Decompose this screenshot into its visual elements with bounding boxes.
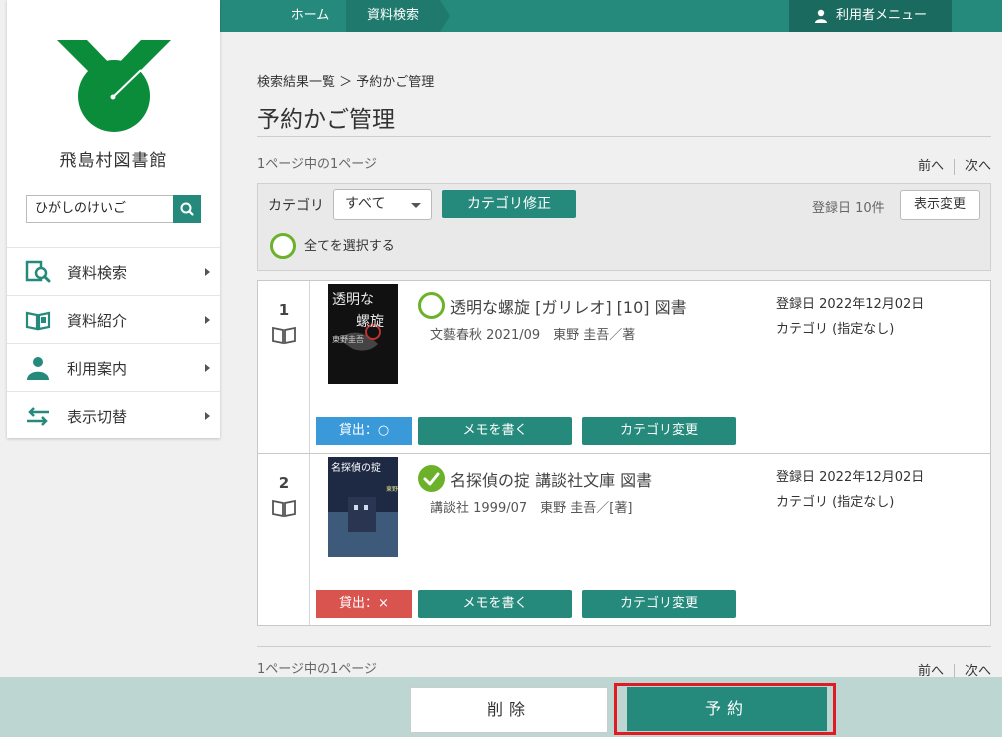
cover-title-text: 名探偵の掟 — [331, 461, 381, 474]
chevron-right-icon — [205, 412, 210, 420]
search-icon — [180, 202, 194, 216]
book-icon — [272, 499, 296, 518]
delete-button[interactable]: 削除 — [410, 687, 608, 733]
nav-search-link[interactable]: 資料検索 — [346, 0, 440, 32]
book-icon — [272, 326, 296, 345]
pager-top: 前へ 次へ — [918, 155, 991, 175]
category-fix-button[interactable]: カテゴリ修正 — [442, 190, 576, 218]
chevron-right-icon — [205, 316, 210, 324]
page-info-bottom: 1ページ中の1ページ — [257, 662, 378, 677]
list-item: 2 名探偵の掟 東野圭吾 名探偵の掟 講談社文庫 図書 講談社 1999/07 … — [258, 453, 990, 625]
display-change-button[interactable]: 表示変更 — [900, 190, 980, 220]
chevron-right-icon — [205, 268, 210, 276]
unchecked-circle-icon[interactable] — [270, 233, 296, 259]
sidebar-item-display-switch[interactable]: 表示切替 — [7, 391, 220, 439]
user-icon — [27, 357, 49, 380]
list-divider — [257, 646, 991, 647]
select-all-label: 全てを選択する — [304, 239, 395, 254]
chevron-down-icon — [411, 203, 421, 208]
book-cover-image: 名探偵の掟 東野圭吾 — [328, 457, 398, 557]
cover-author-text: 東野圭吾 — [386, 485, 398, 493]
filter-panel: カテゴリ すべて カテゴリ修正 登録日 10件 表示変更 全てを選択する — [257, 183, 991, 271]
library-logo — [57, 40, 171, 132]
item-publisher: 文藝春秋 2021/09 東野 圭吾／著 — [430, 328, 636, 343]
book-cover-image: 透明な 螺旋 東野圭吾 — [328, 284, 398, 384]
page-title: 予約かご管理 — [257, 107, 395, 133]
sidebar-item-label: 利用案内 — [67, 360, 128, 378]
item-registration-date: 登録日 2022年12月02日 — [776, 470, 925, 485]
cover-title-text: 螺旋 — [356, 314, 384, 330]
sidebar-menu: 資料検索 資料紹介 利用案内 表示切替 — [7, 247, 220, 439]
sidebar-item-guide[interactable]: 利用案内 — [7, 343, 220, 391]
item-number-column: 1 — [258, 281, 310, 453]
title-divider — [257, 136, 991, 137]
switch-arrows-icon — [27, 407, 49, 426]
sidebar-item-search[interactable]: 資料検索 — [7, 247, 220, 295]
cover-title-text: 透明な — [332, 292, 374, 308]
open-book-icon — [25, 311, 51, 331]
sidebar-item-label: 表示切替 — [67, 408, 128, 426]
sidebar-search-input[interactable]: ひがしのけいご — [26, 195, 174, 223]
pager-next-link[interactable]: 次へ — [965, 159, 991, 174]
pager-prev-link[interactable]: 前へ — [918, 159, 944, 174]
checkmark-icon — [423, 472, 440, 486]
category-label: カテゴリ — [268, 198, 324, 214]
user-icon — [814, 9, 827, 23]
item-title[interactable]: 名探偵の掟 講談社文庫 図書 — [450, 467, 652, 491]
item-number: 1 — [278, 301, 290, 319]
breadcrumb[interactable]: 検索結果一覧 ＞ 予約かご管理 — [257, 71, 434, 90]
sidebar-item-introduction[interactable]: 資料紹介 — [7, 295, 220, 343]
page-info-top: 1ページ中の1ページ — [257, 157, 378, 172]
reservation-list: 1 透明な 螺旋 東野圭吾 透明な螺旋 [ガリレオ] [10] 図書 文藝春秋 … — [257, 280, 991, 626]
sidebar-item-label: 資料検索 — [67, 264, 128, 282]
cover-author-text: 東野圭吾 — [332, 334, 364, 344]
registration-count: 登録日 10件 — [812, 201, 885, 216]
item-select-checkbox[interactable] — [418, 465, 445, 492]
loan-status-badge: 貸出：× — [316, 590, 412, 618]
reserve-button[interactable]: 予約 — [627, 687, 827, 731]
change-category-button[interactable]: カテゴリ変更 — [582, 590, 736, 618]
nav-home-link[interactable]: ホーム — [270, 0, 350, 32]
item-category: カテゴリ (指定なし) — [776, 322, 895, 337]
sidebar-item-label: 資料紹介 — [67, 312, 128, 330]
library-name: 飛島村図書館 — [59, 151, 168, 171]
user-menu-label: 利用者メニュー — [835, 8, 927, 23]
write-memo-button[interactable]: メモを書く — [418, 590, 572, 618]
user-menu-button[interactable]: 利用者メニュー — [789, 0, 952, 32]
nav-search-tip — [440, 0, 450, 32]
item-number-column: 2 — [258, 454, 310, 625]
sidebar-search-button[interactable] — [173, 195, 201, 223]
item-number: 2 — [278, 474, 290, 492]
search-book-icon — [25, 260, 51, 283]
category-select-value: すべて — [345, 196, 386, 212]
item-title[interactable]: 透明な螺旋 [ガリレオ] [10] 図書 — [450, 294, 687, 318]
sidebar: 飛島村図書館 ひがしのけいご 資料検索 資料紹介 利用案内 表示切替 — [7, 0, 220, 438]
item-category: カテゴリ (指定なし) — [776, 495, 895, 510]
change-category-button[interactable]: カテゴリ変更 — [582, 417, 736, 445]
category-select[interactable]: すべて — [333, 189, 432, 220]
item-select-checkbox[interactable] — [418, 292, 445, 319]
write-memo-button[interactable]: メモを書く — [418, 417, 572, 445]
loan-status-badge: 貸出：○ — [316, 417, 412, 445]
item-publisher: 講談社 1999/07 東野 圭吾／[著] — [430, 501, 633, 516]
list-item: 1 透明な 螺旋 東野圭吾 透明な螺旋 [ガリレオ] [10] 図書 文藝春秋 … — [258, 281, 990, 453]
chevron-right-icon — [205, 364, 210, 372]
footer-action-bar: 削除 予約 — [0, 677, 1002, 737]
item-registration-date: 登録日 2022年12月02日 — [776, 297, 925, 312]
pager-divider — [953, 158, 955, 175]
